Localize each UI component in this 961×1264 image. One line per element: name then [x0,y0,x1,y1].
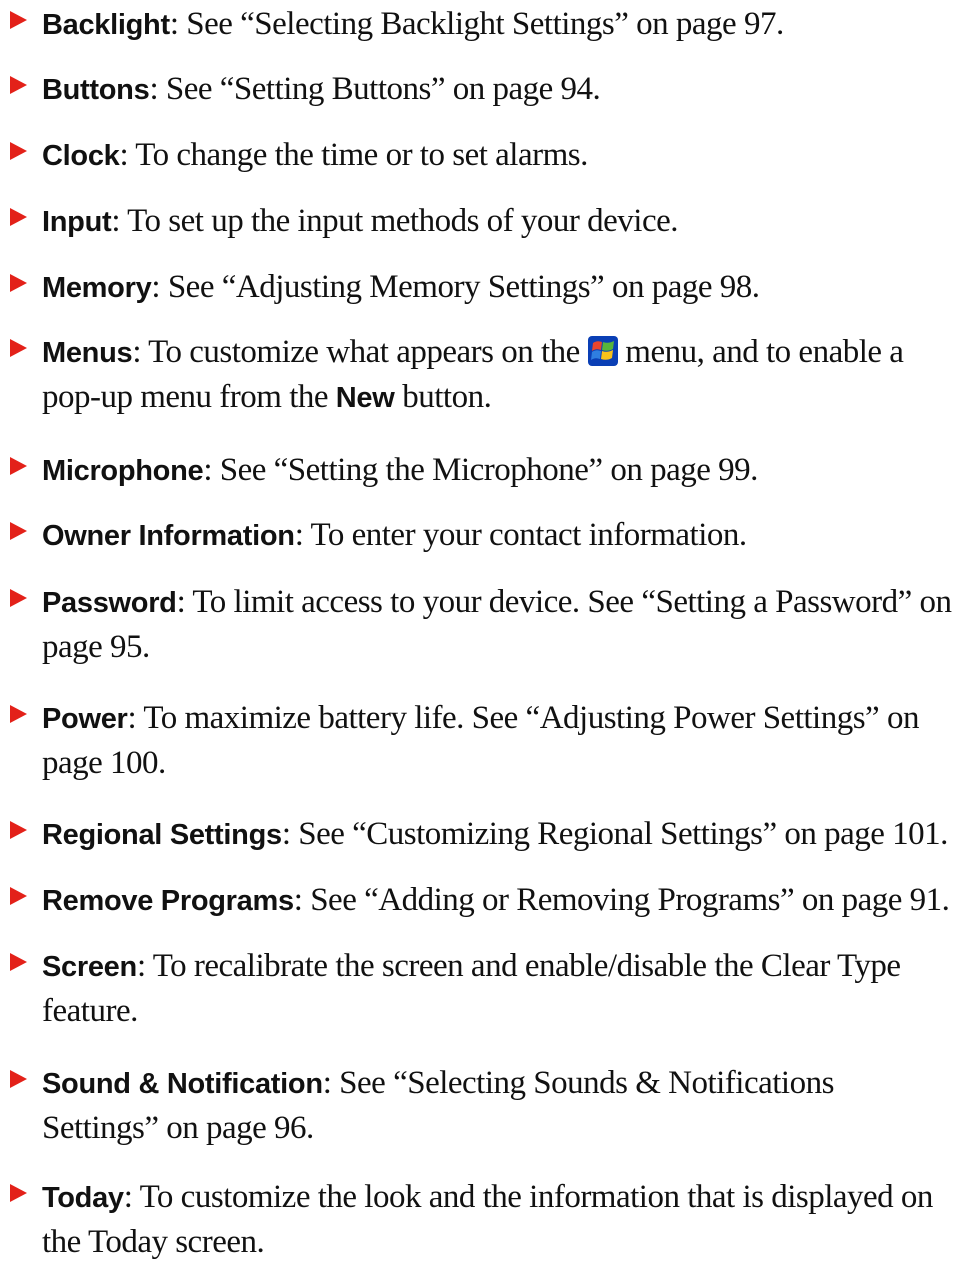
bullet-arrow-icon [10,457,27,475]
item-term: Menus [42,337,133,369]
item-term: Owner Information [42,520,295,552]
item-description: : To limit access to your device. See “S… [42,584,952,665]
bullet-arrow-icon [10,1070,27,1088]
bullet-arrow-icon [10,522,27,540]
item-term: Power [42,703,128,735]
bullet-arrow-icon [10,274,27,292]
item-term: Regional Settings [42,819,282,851]
windows-start-icon [587,336,618,366]
bullet-arrow-icon [10,887,27,905]
item-term: Backlight [42,9,170,41]
item-term: Sound & Notification [42,1068,323,1100]
item-description: : To change the time or to set alarms. [119,137,588,173]
item-description: : To enter your contact information. [294,517,747,553]
new-button-name: New [335,382,395,414]
bullet-arrow-icon [10,589,27,607]
bullet-arrow-icon [10,821,27,839]
item-description: : See “Customizing Regional Settings” on… [281,816,949,852]
item-term: Screen [42,951,137,983]
item-description: : See “Adjusting Memory Settings” on pag… [151,269,760,305]
item-description: : To set up the input methods of your de… [111,203,679,239]
item-term: Clock [42,140,120,172]
bullet-arrow-icon [10,953,27,971]
item-term: Today [42,1182,124,1214]
item-description: : To recalibrate the screen and enable/d… [42,948,901,1029]
bullet-arrow-icon [10,11,27,29]
item-description-end: button. [394,379,492,415]
item-term: Buttons [42,74,150,106]
bullet-arrow-icon [10,339,27,357]
item-term: Memory [42,272,152,304]
item-description: : To customize the look and the informat… [42,1179,933,1260]
bullet-arrow-icon [10,208,27,226]
item-term: Remove Programs [42,885,294,917]
bullet-arrow-icon [10,142,27,160]
item-description: : To maximize battery life. See “Adjusti… [42,700,919,781]
item-term: Input [42,206,112,238]
item-description: : To customize what appears on the [132,334,588,370]
item-description: : See “Selecting Backlight Settings” on … [169,6,784,42]
bullet-arrow-icon [10,705,27,723]
item-term: Password [42,587,177,619]
item-term: Microphone [42,455,204,487]
bullet-arrow-icon [10,1184,27,1202]
item-description: : See “Setting Buttons” on page 94. [149,71,601,107]
item-description: : See “Adding or Removing Programs” on p… [293,882,950,918]
bullet-arrow-icon [10,76,27,94]
item-description: : See “Setting the Microphone” on page 9… [203,452,758,488]
